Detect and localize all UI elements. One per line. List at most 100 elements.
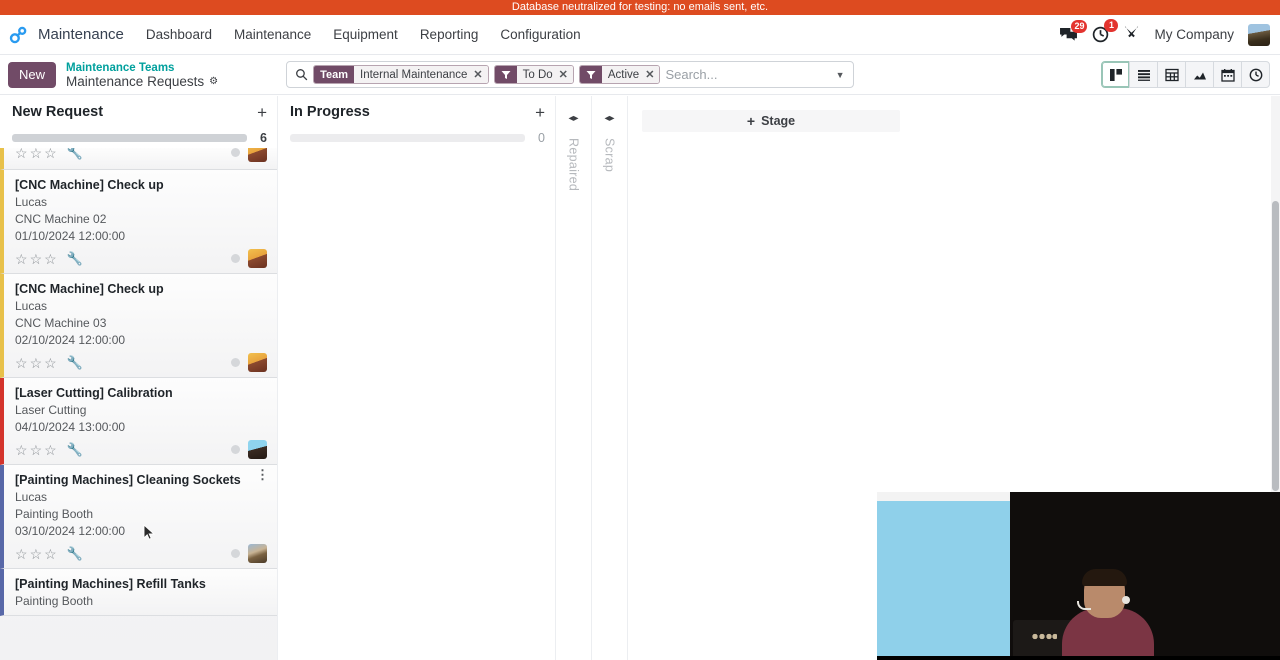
user-avatar[interactable] [1248, 23, 1270, 46]
view-graph-button[interactable] [1185, 61, 1214, 88]
company-name[interactable]: My Company [1154, 27, 1234, 42]
star-icon[interactable]: ☆ [44, 443, 57, 457]
expand-column-icon[interactable]: ◂▸ [604, 114, 614, 124]
priority-stars[interactable]: ☆ ☆ ☆ [15, 356, 57, 370]
wrench-icon[interactable]: 🔧 [67, 442, 83, 457]
search-facet-active[interactable]: Active ✕ [578, 65, 661, 84]
star-icon[interactable]: ☆ [44, 547, 57, 561]
kanban-card[interactable]: ⋮ [Painting Machines] Cleaning Sockets L… [0, 465, 277, 569]
status-badge[interactable] [231, 358, 240, 367]
avatar[interactable] [248, 544, 267, 563]
plus-icon[interactable]: + [257, 104, 267, 121]
view-kanban-button[interactable] [1101, 61, 1130, 88]
activities-button[interactable]: 1 [1092, 19, 1119, 43]
breadcrumb-parent-link[interactable]: Maintenance Teams [66, 61, 218, 75]
menu-configuration[interactable]: Configuration [500, 27, 580, 42]
star-icon[interactable]: ☆ [44, 148, 57, 160]
kanban-column-title: Scrap [602, 138, 617, 173]
kanban-column-folded-repaired[interactable]: ◂▸ Repaired [556, 96, 592, 660]
kanban-column-progressbar: 6 [0, 128, 277, 148]
avatar[interactable] [248, 440, 267, 459]
status-badge[interactable] [231, 254, 240, 263]
kanban-card-footer: ☆ ☆ ☆ 🔧 [15, 353, 267, 372]
star-icon[interactable]: ☆ [44, 356, 57, 370]
avatar[interactable] [248, 249, 267, 268]
kanban-card-date: 02/10/2024 12:00:00 [15, 333, 126, 347]
priority-stars[interactable]: ☆ ☆ ☆ [15, 547, 57, 561]
star-icon[interactable]: ☆ [15, 356, 28, 370]
messages-button[interactable]: 29 [1059, 19, 1088, 43]
search-input[interactable] [665, 67, 827, 82]
star-icon[interactable]: ☆ [15, 443, 28, 457]
menu-dashboard[interactable]: Dashboard [146, 27, 212, 42]
star-icon[interactable]: ☆ [30, 356, 43, 370]
new-button[interactable]: New [8, 61, 57, 88]
close-icon[interactable]: ✕ [473, 68, 482, 81]
kanban-card[interactable]: [CNC Machine] Check up Lucas CNC Machine… [0, 170, 277, 274]
kanban-card[interactable]: [Painting Machines] Refill Tanks Paintin… [0, 569, 277, 616]
avatar[interactable] [248, 353, 267, 372]
view-calendar-button[interactable] [1213, 61, 1242, 88]
star-icon[interactable]: ☆ [30, 443, 43, 457]
kanban-card[interactable]: [Laser Cutting] Calibration Laser Cuttin… [0, 378, 277, 465]
priority-stars[interactable]: ☆ ☆ ☆ [15, 443, 57, 457]
app-brand[interactable]: Maintenance [8, 24, 124, 46]
facet-value-label: Internal Maintenance [360, 68, 468, 81]
app-name-label: Maintenance [38, 26, 124, 43]
kanban-card-title: [Laser Cutting] Calibration [15, 386, 173, 400]
status-badge[interactable] [231, 549, 240, 558]
main-menu: Dashboard Maintenance Equipment Reportin… [146, 27, 581, 42]
kanban-card[interactable]: [CNC Machine] Check up Lucas CNC Machine… [0, 274, 277, 378]
presenter-webcam-overlay [877, 492, 1280, 660]
menu-reporting[interactable]: Reporting [420, 27, 479, 42]
messages-count-badge: 29 [1071, 19, 1088, 33]
chevron-down-icon[interactable]: ▼ [831, 70, 849, 80]
view-list-button[interactable] [1129, 61, 1158, 88]
view-activity-button[interactable] [1241, 61, 1270, 88]
star-icon[interactable]: ☆ [15, 547, 28, 561]
add-stage-button[interactable]: + Stage [642, 110, 900, 132]
wrench-icon[interactable]: 🔧 [67, 546, 83, 561]
wrench-icon[interactable]: 🔧 [67, 251, 83, 266]
priority-stars[interactable]: ☆ ☆ ☆ [15, 148, 57, 160]
list-icon [1137, 69, 1150, 81]
close-icon[interactable]: ✕ [559, 68, 568, 81]
search-facet-todo[interactable]: To Do ✕ [493, 65, 574, 84]
search-view[interactable]: Team Internal Maintenance ✕ To Do ✕ Acti… [286, 61, 855, 88]
menu-equipment[interactable]: Equipment [333, 27, 398, 42]
star-icon[interactable]: ☆ [15, 148, 28, 160]
progress-bar[interactable] [290, 134, 525, 142]
expand-column-icon[interactable]: ◂▸ [568, 114, 578, 124]
status-badge[interactable] [231, 445, 240, 454]
star-icon[interactable]: ☆ [30, 252, 43, 266]
avatar[interactable] [248, 148, 267, 162]
wrench-icon[interactable]: 🔧 [67, 355, 83, 370]
view-pivot-button[interactable] [1157, 61, 1186, 88]
maintenance-tools-icon[interactable] [1123, 24, 1140, 46]
pivot-table-icon [1164, 68, 1179, 81]
scrollbar-thumb[interactable] [1272, 201, 1279, 491]
menu-maintenance[interactable]: Maintenance [234, 27, 311, 42]
facet-value-label: Active [607, 68, 640, 81]
kanban-column-header: New Request + [0, 96, 277, 128]
star-icon[interactable]: ☆ [44, 252, 57, 266]
plus-icon[interactable]: + [535, 104, 545, 121]
star-icon[interactable]: ☆ [30, 547, 43, 561]
page-title: Maintenance Requests [66, 73, 205, 89]
facet-value: Active ✕ [601, 66, 660, 83]
kanban-card-title: [CNC Machine] Check up [15, 178, 164, 192]
priority-stars[interactable]: ☆ ☆ ☆ [15, 252, 57, 266]
kanban-column-folded-scrap[interactable]: ◂▸ Scrap [592, 96, 628, 660]
star-icon[interactable]: ☆ [15, 252, 28, 266]
close-icon[interactable]: ✕ [645, 68, 654, 81]
progress-bar[interactable] [12, 134, 247, 142]
wrench-icon[interactable]: 🔧 [67, 148, 83, 160]
gear-icon[interactable]: ⚙ [209, 75, 218, 89]
kanban-card-equipment: CNC Machine 02 [15, 212, 107, 226]
control-panel: New Maintenance Teams Maintenance Reques… [0, 55, 1280, 95]
star-icon[interactable]: ☆ [30, 148, 43, 160]
kanban-card-partial[interactable]: ☆ ☆ ☆ 🔧 [0, 148, 277, 170]
status-badge[interactable] [231, 148, 240, 157]
search-facet-team[interactable]: Team Internal Maintenance ✕ [313, 65, 489, 84]
kebab-menu-icon[interactable]: ⋮ [256, 468, 269, 481]
